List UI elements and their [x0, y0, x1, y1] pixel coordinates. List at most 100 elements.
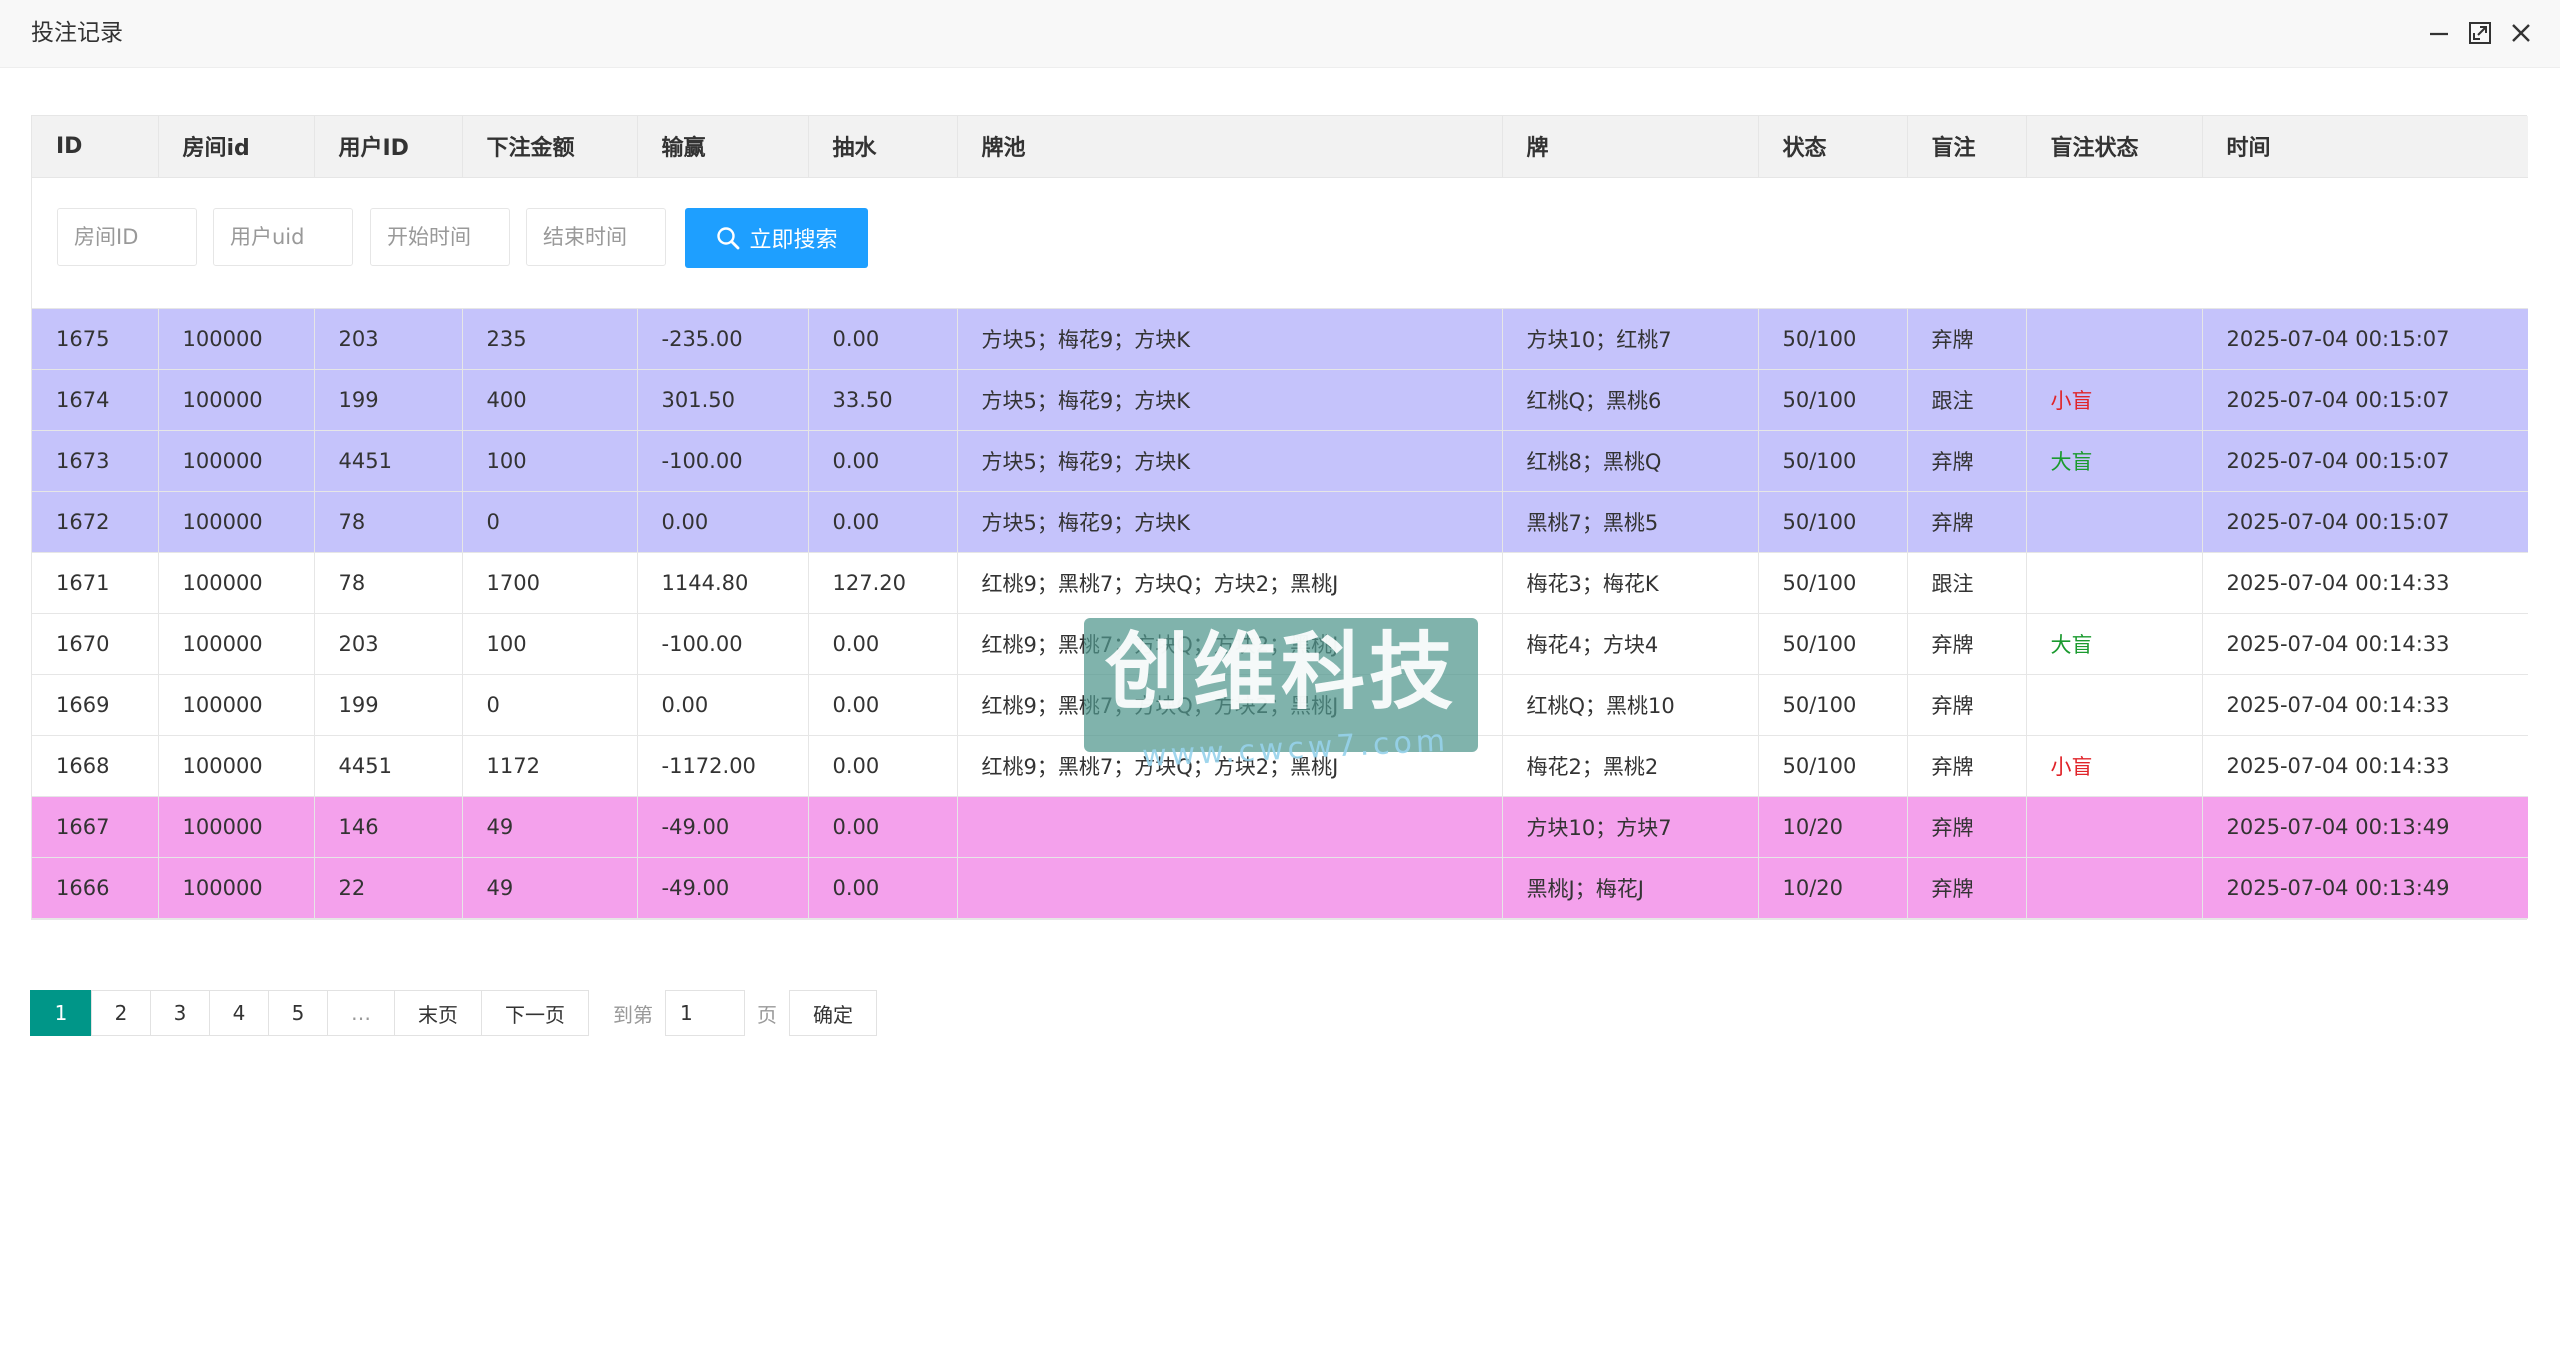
- cell-blind-status: [2026, 796, 2203, 858]
- table-row[interactable]: 1669 100000 199 0 0.00 0.00 红桃9；黑桃7；方块Q；方块2；黑桃…: [32, 674, 2528, 736]
- cell-rake: 0.00: [808, 308, 958, 370]
- cell-user-id: 203: [314, 613, 463, 675]
- column-header-id[interactable]: ID: [32, 116, 159, 178]
- search-icon: [717, 226, 740, 249]
- cell-rake: 0.00: [808, 796, 958, 858]
- page-button-3[interactable]: 3: [150, 990, 210, 1036]
- cell-time: 2025-07-04 00:13:49: [2202, 857, 2528, 919]
- next-page-button[interactable]: 下一页: [481, 990, 589, 1036]
- cell-rake: 0.00: [808, 613, 958, 675]
- cell-room-id: 100000: [158, 369, 315, 431]
- cell-blind-status: 大盲: [2026, 430, 2203, 492]
- cell-room-id: 100000: [158, 796, 315, 858]
- cell-status: 50/100: [1758, 430, 1908, 492]
- column-header-rake[interactable]: 抽水: [808, 116, 958, 178]
- cell-bet-amount: 100: [462, 430, 638, 492]
- cell-win-loss: -49.00: [637, 796, 809, 858]
- column-header-win-loss[interactable]: 输赢: [637, 116, 809, 178]
- cell-status: 50/100: [1758, 308, 1908, 370]
- cell-room-id: 100000: [158, 735, 315, 797]
- cell-blind: 弃牌: [1907, 735, 2027, 797]
- cell-blind: 弃牌: [1907, 491, 2027, 553]
- cell-time: 2025-07-04 00:15:07: [2202, 491, 2528, 553]
- page-button-5[interactable]: 5: [268, 990, 328, 1036]
- room-id-input[interactable]: [57, 207, 197, 266]
- cell-id: 1670: [32, 613, 159, 675]
- column-header-blind-status[interactable]: 盲注状态: [2026, 116, 2203, 178]
- confirm-page-button[interactable]: 确定: [789, 990, 877, 1036]
- page-button-4[interactable]: 4: [209, 990, 269, 1036]
- cell-rake: 0.00: [808, 674, 958, 736]
- cell-blind-status: 大盲: [2026, 613, 2203, 675]
- page-button-1[interactable]: 1: [30, 990, 92, 1036]
- maximize-icon[interactable]: [2465, 18, 2495, 48]
- table-row[interactable]: 1666 100000 22 49 -49.00 0.00 黑桃J；梅花J 10/20 弃牌 20…: [32, 857, 2528, 919]
- page-suffix-label: 页: [757, 1002, 777, 1027]
- page-number-input[interactable]: [665, 990, 745, 1036]
- cell-blind: 弃牌: [1907, 430, 2027, 492]
- table-header-row: ID 房间id 用户ID 下注金额 输赢 抽水 牌池 牌 状态 盲注 盲注状态 …: [32, 116, 2528, 178]
- close-icon[interactable]: [2506, 18, 2536, 48]
- column-header-status[interactable]: 状态: [1758, 116, 1908, 178]
- cell-status: 50/100: [1758, 552, 1908, 614]
- column-header-room-id[interactable]: 房间id: [158, 116, 315, 178]
- cell-win-loss: 1144.80: [637, 552, 809, 614]
- cell-hand: 方块10；方块7: [1502, 796, 1759, 858]
- cell-blind: 跟注: [1907, 369, 2027, 431]
- table-body: 1675 100000 203 235 -235.00 0.00 方块5；梅花9；方块K 方块…: [32, 308, 2528, 919]
- page-button-2[interactable]: 2: [91, 990, 151, 1036]
- user-uid-input[interactable]: [213, 207, 353, 266]
- cell-blind-status: 小盲: [2026, 735, 2203, 797]
- cell-bet-amount: 1172: [462, 735, 638, 797]
- table-row[interactable]: 1672 100000 78 0 0.00 0.00 方块5；梅花9；方块K 黑桃7；黑桃5 5…: [32, 491, 2528, 553]
- column-header-hand[interactable]: 牌: [1502, 116, 1759, 178]
- start-time-input[interactable]: [370, 207, 510, 266]
- column-header-bet-amount[interactable]: 下注金额: [462, 116, 638, 178]
- cell-hand: 梅花2；黑桃2: [1502, 735, 1759, 797]
- cell-blind-status: [2026, 857, 2203, 919]
- cell-room-id: 100000: [158, 613, 315, 675]
- search-toolbar: 立即搜索: [32, 177, 2528, 309]
- end-time-input[interactable]: [526, 207, 666, 266]
- cell-id: 1672: [32, 491, 159, 553]
- cell-win-loss: -100.00: [637, 613, 809, 675]
- column-header-board[interactable]: 牌池: [957, 116, 1503, 178]
- cell-hand: 梅花4；方块4: [1502, 613, 1759, 675]
- search-button[interactable]: 立即搜索: [685, 207, 868, 268]
- cell-bet-amount: 0: [462, 491, 638, 553]
- cell-win-loss: -235.00: [637, 308, 809, 370]
- cell-board: 方块5；梅花9；方块K: [957, 369, 1503, 431]
- cell-bet-amount: 1700: [462, 552, 638, 614]
- cell-board: 方块5；梅花9；方块K: [957, 430, 1503, 492]
- cell-status: 50/100: [1758, 735, 1908, 797]
- cell-blind-status: [2026, 552, 2203, 614]
- table-row[interactable]: 1673 100000 4451 100 -100.00 0.00 方块5；梅花9；方块K 红…: [32, 430, 2528, 492]
- cell-hand: 红桃8；黑桃Q: [1502, 430, 1759, 492]
- cell-hand: 黑桃J；梅花J: [1502, 857, 1759, 919]
- window-title: 投注记录: [31, 20, 123, 46]
- cell-board: [957, 796, 1503, 858]
- cell-user-id: 4451: [314, 735, 463, 797]
- column-header-time[interactable]: 时间: [2202, 116, 2528, 178]
- pagination: 1 2 3 4 5 … 末页 下一页 到第 页 确定: [30, 990, 877, 1036]
- table-row[interactable]: 1674 100000 199 400 301.50 33.50 方块5；梅花9；方块K 红桃…: [32, 369, 2528, 431]
- minimize-icon[interactable]: [2424, 18, 2454, 48]
- cell-board: 红桃9；黑桃7；方块Q；方块2；黑桃J: [957, 674, 1503, 736]
- cell-bet-amount: 235: [462, 308, 638, 370]
- table-row[interactable]: 1671 100000 78 1700 1144.80 127.20 红桃9；黑桃7；方块Q…: [32, 552, 2528, 614]
- table-row[interactable]: 1668 100000 4451 1172 -1172.00 0.00 红桃9；黑桃7；方块…: [32, 735, 2528, 797]
- search-button-label: 立即搜索: [749, 227, 838, 253]
- column-header-blind[interactable]: 盲注: [1907, 116, 2027, 178]
- table-row[interactable]: 1667 100000 146 49 -49.00 0.00 方块10；方块7 10/20 弃牌…: [32, 796, 2528, 858]
- table-row[interactable]: 1670 100000 203 100 -100.00 0.00 红桃9；黑桃7；方块Q；方…: [32, 613, 2528, 675]
- last-page-button[interactable]: 末页: [394, 990, 482, 1036]
- cell-bet-amount: 0: [462, 674, 638, 736]
- cell-time: 2025-07-04 00:13:49: [2202, 796, 2528, 858]
- cell-win-loss: 0.00: [637, 674, 809, 736]
- cell-user-id: 199: [314, 369, 463, 431]
- cell-room-id: 100000: [158, 308, 315, 370]
- column-header-user-id[interactable]: 用户ID: [314, 116, 463, 178]
- table-row[interactable]: 1675 100000 203 235 -235.00 0.00 方块5；梅花9；方块K 方块…: [32, 308, 2528, 370]
- cell-board: 红桃9；黑桃7；方块Q；方块2；黑桃J: [957, 552, 1503, 614]
- cell-win-loss: -100.00: [637, 430, 809, 492]
